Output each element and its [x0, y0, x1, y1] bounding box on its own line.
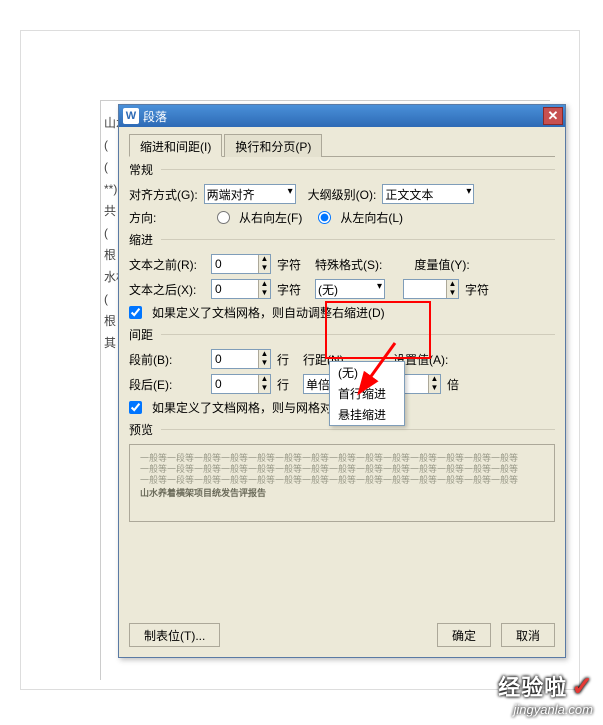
auto-adjust-label: 如果定义了文档网格，则自动调整右缩进(D) — [152, 304, 385, 321]
dropdown-option[interactable]: (无) — [330, 362, 404, 383]
dialog-button-row: 制表位(T)... 确定 取消 — [129, 623, 555, 647]
tab-indent-spacing[interactable]: 缩进和间距(I) — [129, 134, 222, 157]
titlebar: W 段落 ✕ — [119, 105, 565, 127]
spinner-buttons[interactable]: ▲▼ — [446, 280, 458, 298]
tab-strip: 缩进和间距(I) 换行和分页(P) — [129, 133, 555, 157]
cancel-button[interactable]: 取消 — [501, 623, 555, 647]
preview-line: 一般等一段等一般等一般等一般等一般等一般等一般等一般等一般等一般等一般等一般等一… — [140, 464, 544, 475]
spinner-buttons[interactable]: ▲▼ — [258, 350, 270, 368]
direction-ltr-label: 从左向右(L) — [340, 209, 403, 226]
preview-line: 一般等一段等一般等一般等一般等一般等一般等一般等一般等一般等一般等一般等一般等一… — [140, 475, 544, 486]
dialog-title: 段落 — [143, 108, 543, 125]
space-before-spinner[interactable]: ▲▼ — [211, 349, 271, 369]
preview-line: 一般等一段等一般等一般等一般等一般等一般等一般等一般等一般等一般等一般等一般等一… — [140, 453, 544, 464]
dropdown-option[interactable]: 悬挂缩进 — [330, 404, 404, 425]
direction-ltr-radio[interactable] — [318, 211, 331, 224]
group-preview-label: 预览 — [129, 421, 153, 438]
unit-line-1: 行 — [277, 351, 289, 368]
outline-combo[interactable] — [382, 184, 474, 204]
special-format-combo[interactable] — [315, 279, 385, 299]
dropdown-option[interactable]: 首行缩进 — [330, 383, 404, 404]
direction-label: 方向: — [129, 209, 201, 226]
watermark-title: 经验啦 — [498, 675, 567, 700]
app-icon: W — [123, 108, 139, 124]
text-before-label: 文本之前(R): — [129, 256, 205, 273]
spinner-buttons[interactable]: ▲▼ — [428, 375, 440, 393]
text-before-spinner[interactable]: ▲▼ — [211, 254, 271, 274]
space-before-label: 段前(B): — [129, 351, 205, 368]
group-general-label: 常规 — [129, 161, 153, 178]
special-format-label: 特殊格式(S): — [315, 256, 382, 273]
text-after-spinner[interactable]: ▲▼ — [211, 279, 271, 299]
preview-sample-text: 山水养着横架项目统发告评报告 — [140, 488, 544, 499]
alignment-combo[interactable] — [204, 184, 296, 204]
group-general: 常规 — [129, 161, 555, 178]
unit-char-2: 字符 — [277, 281, 301, 298]
unit-char-1: 字符 — [277, 256, 301, 273]
spinner-buttons[interactable]: ▲▼ — [258, 375, 270, 393]
watermark: 经验啦✓ jingyanla.com — [498, 670, 593, 717]
auto-adjust-checkbox[interactable] — [129, 306, 142, 319]
spinner-buttons[interactable]: ▲▼ — [258, 280, 270, 298]
watermark-url: jingyanla.com — [498, 702, 593, 717]
checkmark-icon: ✓ — [571, 671, 593, 701]
unit-line-2: 行 — [277, 376, 289, 393]
unit-char-3: 字符 — [465, 281, 489, 298]
group-spacing-label: 间距 — [129, 326, 153, 343]
paragraph-dialog: W 段落 ✕ 缩进和间距(I) 换行和分页(P) 常规 对齐方式(G): 大纲级… — [118, 104, 566, 658]
group-spacing: 间距 — [129, 326, 555, 343]
group-indent-label: 缩进 — [129, 231, 153, 248]
text-after-label: 文本之后(X): — [129, 281, 205, 298]
close-button[interactable]: ✕ — [543, 107, 563, 125]
preview-box: 一般等一段等一般等一般等一般等一般等一般等一般等一般等一般等一般等一般等一般等一… — [129, 444, 555, 522]
direction-rtl-radio[interactable] — [217, 211, 230, 224]
tab-line-page-breaks[interactable]: 换行和分页(P) — [224, 134, 322, 157]
dialog-body: 缩进和间距(I) 换行和分页(P) 常规 对齐方式(G): 大纲级别(O): 方… — [119, 127, 565, 657]
tabstops-button[interactable]: 制表位(T)... — [129, 623, 220, 647]
space-after-spinner[interactable]: ▲▼ — [211, 374, 271, 394]
measure-spinner[interactable]: ▲▼ — [403, 279, 459, 299]
outline-label: 大纲级别(O): — [308, 186, 377, 203]
space-after-label: 段后(E): — [129, 376, 205, 393]
direction-rtl-label: 从右向左(F) — [239, 209, 302, 226]
ok-button[interactable]: 确定 — [437, 623, 491, 647]
snap-grid-checkbox[interactable] — [129, 401, 142, 414]
alignment-label: 对齐方式(G): — [129, 186, 198, 203]
group-indent: 缩进 — [129, 231, 555, 248]
spinner-buttons[interactable]: ▲▼ — [258, 255, 270, 273]
measure-label: 度量值(Y): — [414, 256, 469, 273]
special-format-dropdown[interactable]: (无)首行缩进悬挂缩进 — [329, 361, 405, 426]
unit-bei: 倍 — [447, 376, 459, 393]
